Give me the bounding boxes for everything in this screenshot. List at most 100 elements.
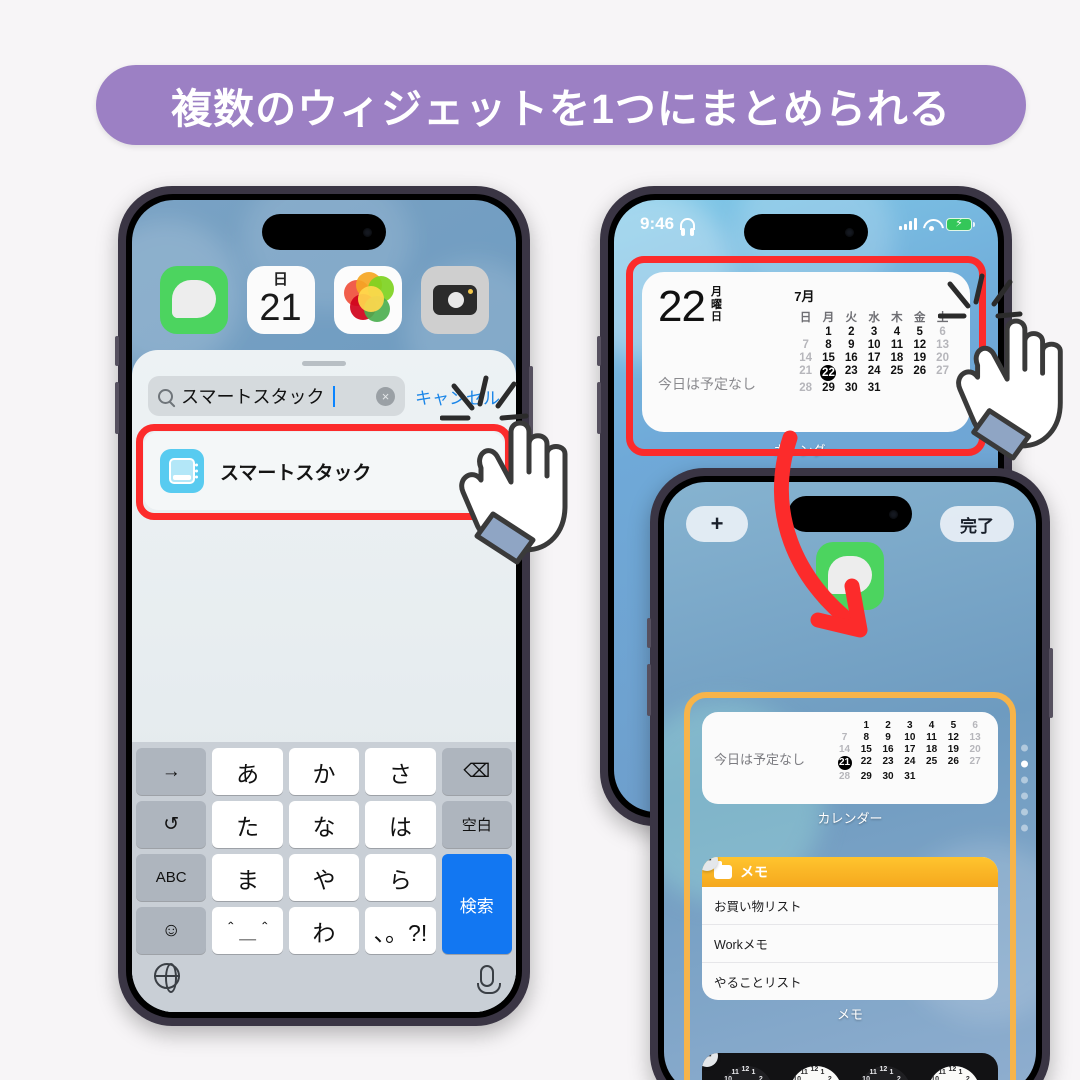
- volume-down-button[interactable]: [115, 382, 119, 434]
- page-dot[interactable]: [1021, 824, 1028, 832]
- calendar-day: 6: [972, 720, 978, 731]
- app-icon-messages[interactable]: [159, 266, 228, 334]
- calendar-day: 29: [860, 771, 872, 782]
- calendar-icon-date: 21: [259, 287, 302, 329]
- key-backspace[interactable]: ⌫: [441, 748, 512, 795]
- calendar-day: 3: [907, 720, 913, 731]
- calendar-icon-weekday: 日: [272, 271, 288, 288]
- app-icon-calendar[interactable]: 日 21: [246, 266, 315, 334]
- world-clock-widget[interactable]: − 123456789101112 123456789101112 12345678…: [702, 1053, 998, 1080]
- calendar-day: 31: [904, 771, 916, 782]
- key-undo[interactable]: ↺: [136, 801, 207, 848]
- key-wa[interactable]: わ: [288, 907, 360, 954]
- page-dot[interactable]: [1021, 808, 1028, 816]
- key-na[interactable]: な: [288, 801, 360, 848]
- hand-cursor-right: [956, 318, 1063, 461]
- add-widget-button[interactable]: +: [686, 506, 748, 542]
- key-a[interactable]: あ: [212, 748, 283, 795]
- volume-up-button[interactable]: [647, 618, 651, 648]
- search-input-value: スマートスタック: [181, 387, 325, 407]
- japanese-keyboard: → あ か さ ⌫ ↺ た な は 空白 ABC ま や ら 検索 ☺ ＾＿＾ …: [132, 742, 516, 1012]
- front-camera-icon: [845, 227, 854, 237]
- calendar-day: 16: [882, 744, 894, 755]
- key-sa[interactable]: さ: [365, 748, 436, 795]
- analog-clock: 123456789101112: [720, 1066, 773, 1080]
- stacked-calendar-no-events: 今日は予定なし: [714, 751, 806, 767]
- memo-item: お買い物リスト: [702, 887, 998, 925]
- calendar-day: 5: [950, 720, 957, 731]
- calendar-day: 24: [904, 756, 916, 767]
- calendar-day: 1: [863, 720, 870, 731]
- calendar-day: 2: [885, 720, 891, 731]
- key-space[interactable]: 空白: [441, 801, 512, 848]
- calendar-day: 8: [863, 732, 870, 743]
- stacked-calendar-date-grid: 1 2 3 4 5 6 7 8 9 10 11 12 13 14 15 16 17 18 19 20 21 22 23 24 2…: [834, 720, 986, 782]
- calendar-day: 12: [947, 732, 959, 743]
- microphone-icon[interactable]: [477, 965, 501, 994]
- title-banner-text: 複数のウィジェットを1つにまとめられる: [171, 86, 951, 132]
- volume-down-button[interactable]: [597, 382, 601, 434]
- key-ta[interactable]: た: [212, 801, 283, 848]
- power-button[interactable]: [1049, 648, 1053, 718]
- calendar-day: 27: [969, 756, 981, 767]
- title-banner: 複数のウィジェットを1つにまとめられる: [96, 65, 1026, 145]
- remove-widget-icon[interactable]: −: [702, 1053, 718, 1067]
- left-phone: 日 21 スマートスタック × キャンセル スマートスタック → あ か さ ⌫…: [115, 186, 533, 1026]
- status-bar-left: 9:46: [640, 214, 696, 236]
- memo-widget-header: メモ: [702, 857, 998, 887]
- page-dot[interactable]: [1021, 760, 1028, 768]
- stacked-calendar-caption: カレンダー: [817, 811, 883, 826]
- done-button[interactable]: 完了: [940, 506, 1014, 542]
- calendar-day: 23: [882, 756, 894, 767]
- memo-widget[interactable]: − メモ お買い物リスト Workメモ やることリスト: [702, 857, 998, 1000]
- key-ma[interactable]: ま: [212, 854, 283, 901]
- hand-cursor-left: [459, 420, 568, 565]
- key-emoji[interactable]: ☺: [136, 907, 207, 954]
- page-dot[interactable]: [1021, 792, 1028, 800]
- key-ra[interactable]: ら: [365, 854, 436, 901]
- analog-clock: 123456789101112: [927, 1066, 980, 1080]
- analog-clock: 123456789101112: [858, 1066, 911, 1080]
- key-search[interactable]: 検索: [441, 854, 512, 954]
- calendar-day: 19: [947, 744, 959, 755]
- app-icon-photos[interactable]: [333, 266, 402, 334]
- stacked-calendar-widget[interactable]: 今日は予定なし 1 2 3 4 5 6 7 8 9 10 11 12 13 14 15 16 17 18 19 20 2…: [702, 712, 998, 804]
- calendar-day: 30: [882, 771, 894, 782]
- page-indicator-dots[interactable]: [1021, 744, 1028, 832]
- wifi-icon: [923, 218, 940, 231]
- dynamic-island: [744, 214, 868, 250]
- text-caret: [333, 385, 336, 407]
- calendar-day: 17: [904, 744, 916, 755]
- status-bar-right: ⚡: [899, 217, 975, 231]
- front-camera-icon: [363, 227, 372, 237]
- key-next-candidate[interactable]: →: [136, 748, 207, 795]
- search-input[interactable]: スマートスタック ×: [148, 376, 405, 416]
- volume-down-button[interactable]: [647, 664, 651, 716]
- memo-widget-title: メモ: [740, 864, 768, 880]
- key-punctuation[interactable]: 、。?!: [365, 907, 436, 954]
- key-kaomoji[interactable]: ＾＿＾: [212, 907, 283, 954]
- memo-item: やることリスト: [714, 976, 802, 990]
- calendar-day: 7: [841, 732, 848, 743]
- memo-item: Workメモ: [702, 925, 998, 963]
- battery-charging-icon: ⚡: [946, 217, 975, 231]
- analog-clock: 123456789101112: [789, 1066, 842, 1080]
- volume-up-button[interactable]: [597, 336, 601, 366]
- volume-up-button[interactable]: [115, 336, 119, 366]
- keyboard-grid: → あ か さ ⌫ ↺ た な は 空白 ABC ま や ら 検索 ☺ ＾＿＾ …: [136, 748, 512, 954]
- globe-icon[interactable]: [154, 963, 180, 993]
- key-abc[interactable]: ABC: [136, 854, 207, 901]
- key-ha[interactable]: は: [365, 801, 436, 848]
- dynamic-island: [262, 214, 386, 250]
- key-ka[interactable]: か: [288, 748, 360, 795]
- search-icon: [158, 388, 173, 404]
- page-dot[interactable]: [1021, 776, 1028, 784]
- key-ya[interactable]: や: [288, 854, 360, 901]
- calendar-day: 11: [926, 732, 937, 743]
- calendar-day: 15: [860, 744, 872, 755]
- page-dot[interactable]: [1021, 744, 1028, 752]
- folder-icon: [714, 861, 732, 879]
- left-phone-bezel: 日 21 スマートスタック × キャンセル スマートスタック → あ か さ ⌫…: [126, 194, 522, 1018]
- app-icon-camera[interactable]: [420, 266, 489, 334]
- clear-search-icon[interactable]: ×: [376, 386, 395, 406]
